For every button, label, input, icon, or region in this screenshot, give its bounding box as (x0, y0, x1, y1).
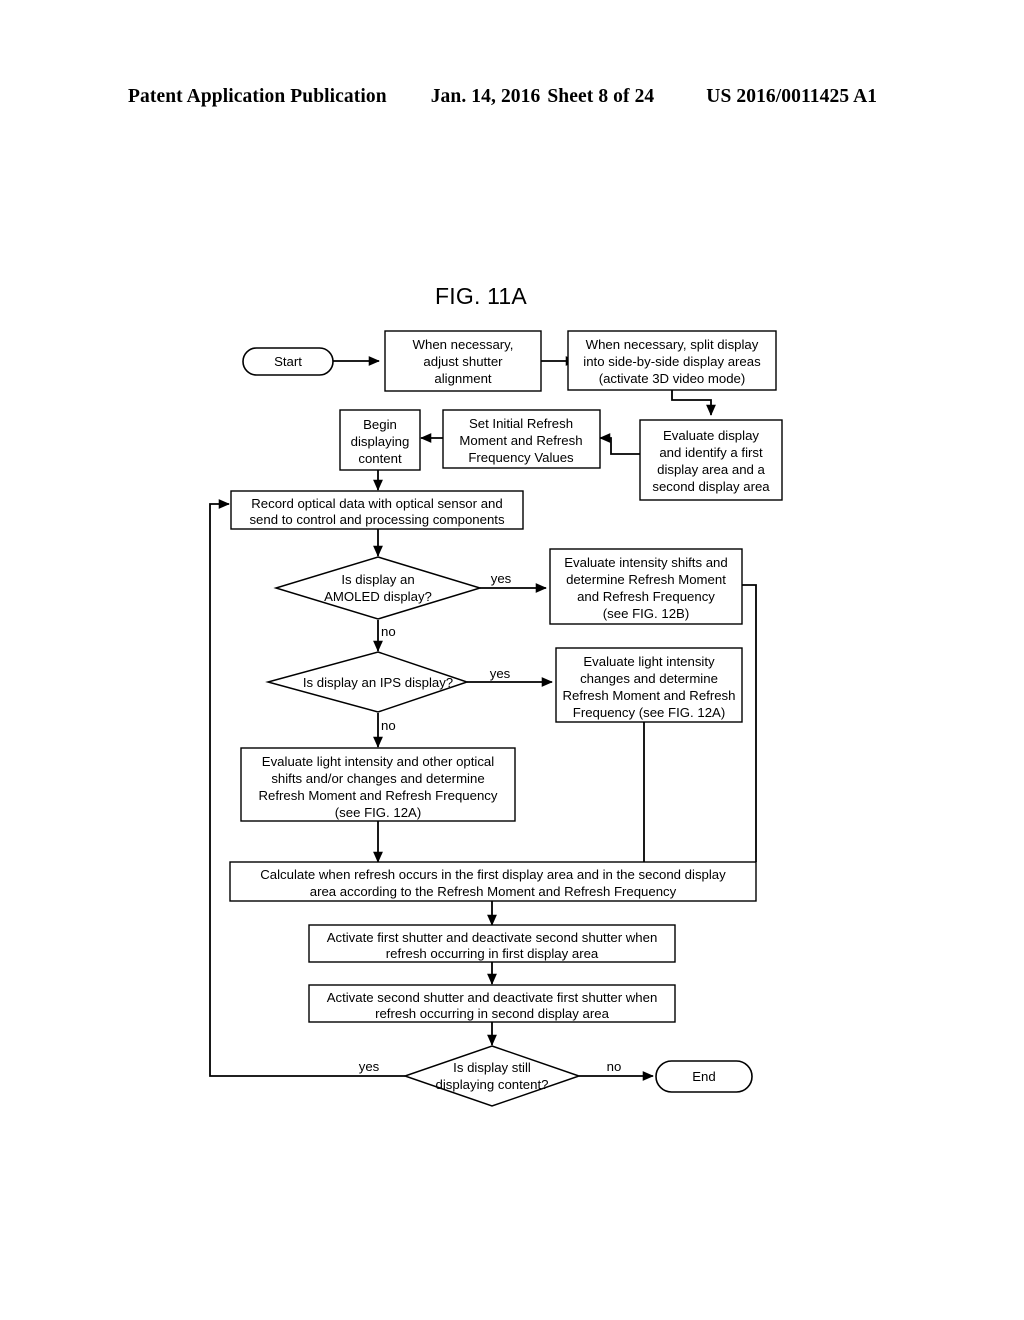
end-label: End (692, 1069, 715, 1084)
evaluate-line-1: Evaluate display (663, 428, 759, 443)
ips-yes-line-3: Refresh Moment and Refresh (563, 688, 736, 703)
other-line-2: shifts and/or changes and determine (271, 771, 484, 786)
other-line-1: Evaluate light intensity and other optic… (262, 754, 494, 769)
node-end: End (655, 1060, 753, 1093)
amoled-line-2: AMOLED display? (324, 589, 432, 604)
stilldisp-line-2: displaying content? (436, 1077, 549, 1092)
label-amoled-yes: yes (491, 571, 512, 586)
begin-line-1: Begin (363, 417, 397, 432)
node-set-initial-refresh: Set Initial Refresh Moment and Refresh F… (442, 409, 601, 469)
adjust-line-1: When necessary, (413, 337, 514, 352)
stilldisp-shape (402, 1045, 582, 1107)
setinitial-line-1: Set Initial Refresh (469, 416, 573, 431)
node-ips-evaluate-light-intensity: Evaluate light intensity changes and det… (555, 647, 743, 723)
label-ips-no: no (381, 718, 396, 733)
other-line-4: (see FIG. 12A) (335, 805, 421, 820)
label-stilldisp-no: no (607, 1059, 622, 1074)
shutter1-line-1: Activate first shutter and deactivate se… (327, 930, 658, 945)
amoled-yes-line-4: (see FIG. 12B) (603, 606, 689, 621)
edge-amoledbox-to-calculate (742, 584, 757, 862)
ips-line-1: Is display an IPS display? (303, 675, 453, 690)
stilldisp-line-1: Is display still (453, 1060, 531, 1075)
record-line-1: Record optical data with optical sensor … (251, 496, 502, 511)
node-decision-ips: Is display an IPS display? (265, 651, 470, 713)
label-amoled-no: no (381, 624, 396, 639)
begin-line-2: displaying (351, 434, 410, 449)
calculate-line-2: area according to the Refresh Moment and… (310, 884, 677, 899)
setinitial-line-3: Frequency Values (468, 450, 574, 465)
setinitial-line-2: Moment and Refresh (459, 433, 582, 448)
node-decision-amoled: Is display an AMOLED display? (273, 556, 483, 620)
other-line-3: Refresh Moment and Refresh Frequency (259, 788, 498, 803)
ips-yes-line-2: changes and determine (580, 671, 718, 686)
begin-line-3: content (358, 451, 402, 466)
label-stilldisp-yes: yes (359, 1059, 380, 1074)
record-line-2: send to control and processing component… (249, 512, 505, 527)
calculate-line-1: Calculate when refresh occurs in the fir… (260, 867, 726, 882)
node-record-optical-data: Record optical data with optical sensor … (230, 490, 524, 530)
node-split-display: When necessary, split display into side-… (567, 330, 777, 391)
ips-yes-line-1: Evaluate light intensity (583, 654, 715, 669)
shutter2-line-2: refresh occurring in second display area (375, 1006, 609, 1021)
ips-yes-line-4: Frequency (see FIG. 12A) (573, 705, 725, 720)
edge-evaluate-to-setinitial (599, 433, 640, 455)
adjust-line-2: adjust shutter (423, 354, 503, 369)
evaluate-line-2: and identify a first (659, 445, 763, 460)
adjust-line-3: alignment (434, 371, 492, 386)
evaluate-line-3: display area and a (657, 462, 765, 477)
node-activate-first-shutter: Activate first shutter and deactivate se… (308, 924, 676, 963)
amoled-yes-line-2: determine Refresh Moment (566, 572, 726, 587)
node-decision-still-displaying: Is display still displaying content? (402, 1045, 582, 1107)
label-ips-yes: yes (490, 666, 511, 681)
flowchart-figure: Start When necessary, adjust shutter ali… (209, 330, 783, 1107)
node-activate-second-shutter: Activate second shutter and deactivate f… (308, 984, 676, 1023)
split-line-2: into side-by-side display areas (583, 354, 761, 369)
amoled-line-1: Is display an (341, 572, 414, 587)
node-other-evaluate-optical-shifts: Evaluate light intensity and other optic… (240, 747, 516, 822)
amoled-shape (273, 556, 483, 620)
node-begin-displaying-content: Begin displaying content (339, 409, 421, 471)
shutter1-line-2: refresh occurring in first display area (386, 946, 599, 961)
node-calculate-refresh: Calculate when refresh occurs in the fir… (229, 861, 757, 902)
node-adjust-shutter-alignment: When necessary, adjust shutter alignment (384, 330, 542, 392)
start-label: Start (274, 354, 302, 369)
node-start: Start (242, 347, 334, 376)
split-line-3: (activate 3D video mode) (599, 371, 746, 386)
amoled-yes-line-1: Evaluate intensity shifts and (564, 555, 727, 570)
edge-split-to-evaluate (671, 390, 716, 416)
patent-page: Patent Application Publication Jan. 14, … (0, 0, 1024, 1320)
evaluate-line-4: second display area (652, 479, 770, 494)
node-evaluate-display-areas: Evaluate display and identify a first di… (639, 419, 783, 501)
split-line-1: When necessary, split display (586, 337, 759, 352)
amoled-yes-line-3: and Refresh Frequency (577, 589, 715, 604)
shutter2-line-1: Activate second shutter and deactivate f… (327, 990, 658, 1005)
node-amoled-evaluate-intensity: Evaluate intensity shifts and determine … (549, 548, 743, 625)
